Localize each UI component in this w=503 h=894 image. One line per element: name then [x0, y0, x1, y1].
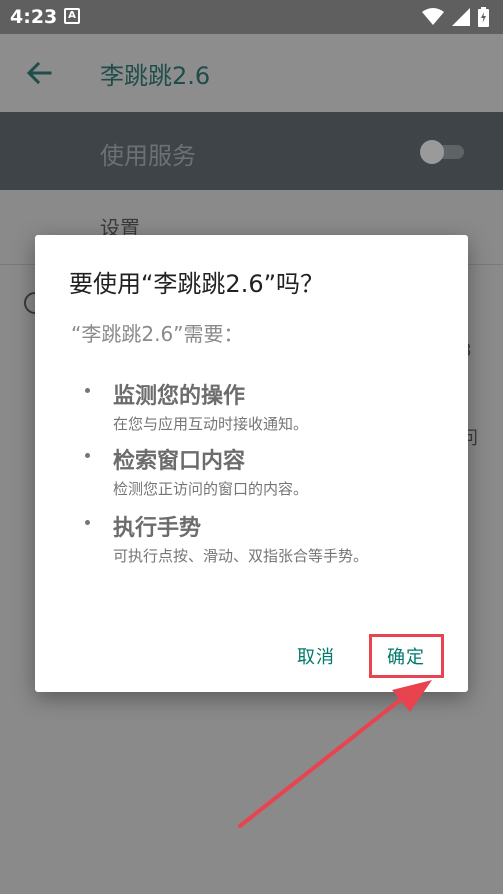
bullet-icon	[85, 520, 90, 525]
back-arrow-icon[interactable]	[22, 56, 56, 90]
highlight-box	[369, 634, 444, 678]
capability-desc: 在您与应用互动时接收通知。	[113, 415, 309, 433]
bullet-icon	[85, 388, 90, 393]
status-time: 4:23	[10, 6, 58, 28]
service-switch[interactable]	[420, 140, 466, 164]
wifi-icon	[422, 8, 444, 25]
permission-dialog: 要使用“李跳跳2.6”吗？ “李跳跳2.6”需要： 监测您的操作 在您与应用互动…	[35, 235, 468, 692]
capability-desc: 检测您正访问的窗口的内容。	[113, 480, 309, 498]
capability-name: 执行手势	[113, 516, 202, 541]
capability-desc: 可执行点按、滑动、双指张合等手势。	[113, 547, 369, 565]
dialog-subtitle: “李跳跳2.6”需要：	[71, 322, 244, 346]
status-bar: 4:23 A	[0, 0, 503, 34]
system-icons	[422, 7, 489, 27]
cancel-button[interactable]: 取消	[297, 643, 335, 669]
service-label: 使用服务	[100, 142, 196, 170]
signal-icon	[452, 8, 470, 26]
app-toolbar: 李跳跳2.6	[0, 34, 503, 112]
battery-icon	[478, 7, 489, 27]
bullet-icon	[85, 453, 90, 458]
capability-name: 监测您的操作	[113, 384, 246, 409]
switch-thumb	[420, 140, 444, 164]
dialog-title: 要使用“李跳跳2.6”吗？	[69, 270, 325, 298]
capability-name: 检索窗口内容	[113, 449, 246, 474]
page-title: 李跳跳2.6	[100, 62, 211, 90]
notification-icon: A	[64, 8, 80, 24]
